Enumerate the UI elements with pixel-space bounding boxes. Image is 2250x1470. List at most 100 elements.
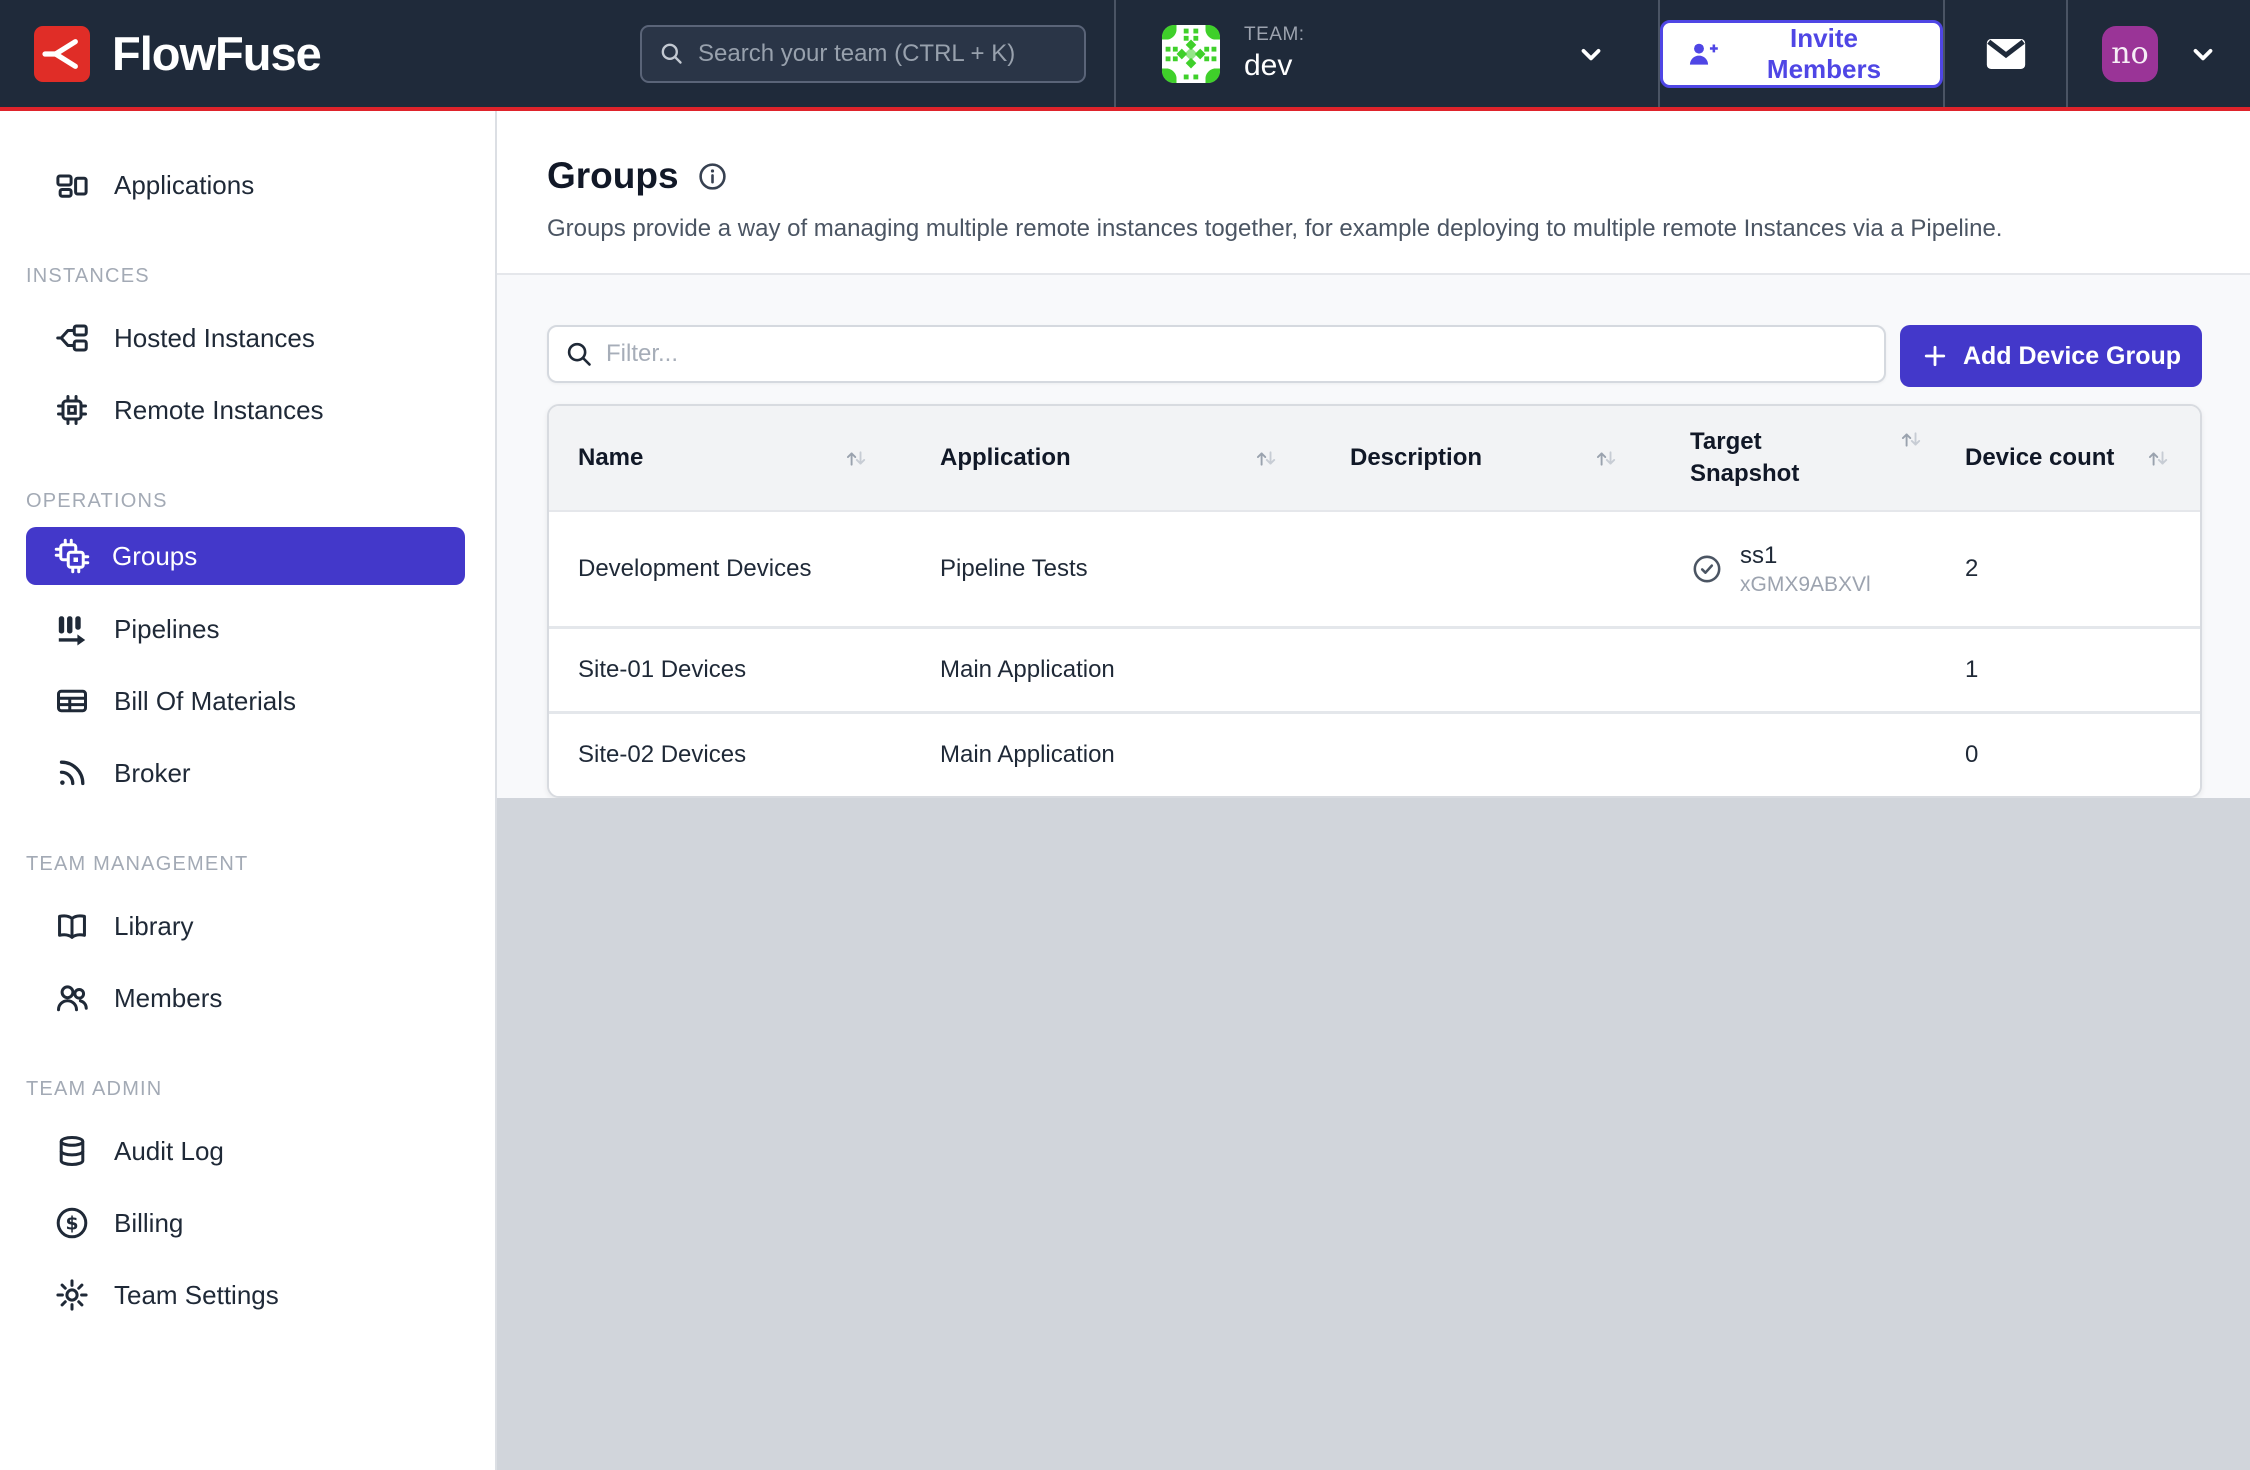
team-switcher[interactable]: TEAM: dev — [1116, 0, 1660, 107]
cell-name: Site-02 Devices — [578, 741, 940, 769]
user-plus-icon — [1687, 38, 1719, 70]
sidebar-item-label: Hosted Instances — [114, 323, 315, 354]
plus-icon — [1921, 342, 1949, 370]
page-header: Groups Groups provide a way of managing … — [497, 111, 2250, 275]
cell-target-snapshot: ss1 xGMX9ABXVl — [1690, 542, 1965, 597]
search-icon — [564, 339, 594, 369]
broker-icon — [54, 755, 90, 791]
brand: FlowFuse — [0, 0, 640, 107]
add-device-group-button[interactable]: Add Device Group — [1900, 325, 2202, 387]
column-header-target-snapshot[interactable]: Target Snapshot — [1690, 406, 1965, 510]
flowfuse-logo-icon[interactable] — [34, 26, 90, 82]
page-title: Groups — [547, 155, 679, 197]
sidebar-item-label: Remote Instances — [114, 395, 324, 426]
sort-icon[interactable] — [1251, 445, 1280, 472]
remote-instances-icon — [54, 392, 90, 428]
invite-members-button[interactable]: Invite Members — [1660, 20, 1943, 88]
app-root: FlowFuse — [0, 0, 2250, 1470]
sidebar-section-operations: OPERATIONS — [0, 490, 495, 513]
table-row[interactable]: Site-02 Devices Main Application 0 — [549, 711, 2200, 796]
sidebar-item-hosted-instances[interactable]: Hosted Instances — [0, 302, 495, 374]
cell-name: Development Devices — [578, 555, 940, 583]
sidebar-item-label: Pipelines — [114, 614, 220, 645]
top-navigation-bar: FlowFuse — [0, 0, 2250, 111]
sidebar-item-team-settings[interactable]: Team Settings — [0, 1259, 495, 1331]
invite-members-label: Invite Members — [1732, 23, 1916, 85]
groups-toolbar: Add Device Group — [547, 325, 2202, 387]
column-header-device-count[interactable]: Device count — [1965, 444, 2200, 472]
table-row[interactable]: Development Devices Pipeline Tests ss1 x… — [549, 512, 2200, 626]
sort-icon[interactable] — [1896, 426, 1925, 453]
cell-application: Pipeline Tests — [940, 555, 1350, 583]
sidebar-item-label: Members — [114, 983, 222, 1014]
cell-application: Main Application — [940, 741, 1350, 769]
snapshot-name: ss1 — [1740, 542, 1871, 570]
sidebar-item-label: Bill Of Materials — [114, 686, 296, 717]
main-content: Groups Groups provide a way of managing … — [497, 111, 2250, 1470]
filter-box — [547, 325, 1886, 383]
audit-log-icon — [54, 1133, 90, 1169]
header-search-zone — [640, 0, 1116, 107]
column-header-description[interactable]: Description — [1350, 444, 1690, 472]
sidebar-item-pipelines[interactable]: Pipelines — [0, 593, 495, 665]
team-search-input[interactable] — [698, 40, 1068, 68]
sidebar-item-billing[interactable]: $ Billing — [0, 1187, 495, 1259]
pipelines-icon — [54, 611, 90, 647]
team-label: TEAM: — [1244, 24, 1305, 46]
team-search-box — [640, 25, 1086, 83]
hosted-instances-icon — [54, 320, 90, 356]
cell-device-count: 2 — [1965, 555, 2200, 583]
members-icon — [54, 980, 90, 1016]
add-device-group-label: Add Device Group — [1963, 342, 2181, 371]
sidebar-item-applications[interactable]: Applications — [0, 149, 495, 221]
sidebar-item-label: Applications — [114, 170, 254, 201]
page-description: Groups provide a way of managing multipl… — [547, 215, 2200, 243]
sidebar-item-remote-instances[interactable]: Remote Instances — [0, 374, 495, 446]
invite-zone: Invite Members — [1660, 0, 1945, 107]
sidebar-item-bill-of-materials[interactable]: Bill Of Materials — [0, 665, 495, 737]
sidebar-item-label: Library — [114, 911, 193, 942]
mail-icon — [1983, 31, 2029, 77]
sidebar-item-broker[interactable]: Broker — [0, 737, 495, 809]
sidebar-item-members[interactable]: Members — [0, 962, 495, 1034]
cell-device-count: 1 — [1965, 656, 2200, 684]
billing-icon: $ — [54, 1205, 90, 1241]
sidebar-item-label: Audit Log — [114, 1136, 224, 1167]
team-name: dev — [1244, 49, 1305, 83]
notifications-button[interactable] — [1945, 0, 2068, 107]
chevron-down-icon[interactable] — [2188, 39, 2218, 69]
sort-icon[interactable] — [2143, 445, 2172, 472]
empty-background-area — [497, 798, 2250, 1470]
info-icon[interactable] — [697, 161, 728, 192]
cell-device-count: 0 — [1965, 741, 2200, 769]
user-avatar[interactable]: no — [2102, 26, 2158, 82]
filter-input[interactable] — [606, 340, 1869, 368]
user-menu: no — [2068, 0, 2250, 107]
column-header-name[interactable]: Name — [578, 444, 940, 472]
sort-icon[interactable] — [841, 445, 870, 472]
snapshot-id: xGMX9ABXVl — [1740, 573, 1871, 597]
chevron-down-icon[interactable] — [1576, 39, 1606, 69]
sidebar-section-team-admin: TEAM ADMIN — [0, 1078, 495, 1101]
search-icon — [658, 40, 685, 67]
sidebar-item-label: Billing — [114, 1208, 183, 1239]
sidebar-section-team-management: TEAM MANAGEMENT — [0, 853, 495, 876]
table-header-row: Name Application — [549, 406, 2200, 512]
device-groups-table: Name Application — [547, 404, 2202, 798]
sidebar-section-instances: INSTANCES — [0, 265, 495, 288]
applications-icon — [54, 167, 90, 203]
team-meta: TEAM: dev — [1244, 24, 1305, 83]
sidebar-item-label: Groups — [112, 541, 197, 572]
gear-icon — [54, 1277, 90, 1313]
brand-name: FlowFuse — [112, 26, 321, 81]
sidebar-item-audit-log[interactable]: Audit Log — [0, 1115, 495, 1187]
sidebar-item-label: Broker — [114, 758, 191, 789]
sidebar-item-groups[interactable]: Groups — [26, 527, 465, 585]
table-row[interactable]: Site-01 Devices Main Application 1 — [549, 626, 2200, 711]
sidebar-item-library[interactable]: Library — [0, 890, 495, 962]
column-header-application[interactable]: Application — [940, 444, 1350, 472]
sidebar: Applications INSTANCES Hosted Instances … — [0, 111, 497, 1470]
svg-text:$: $ — [65, 1214, 78, 1235]
sort-icon[interactable] — [1591, 445, 1620, 472]
cell-name: Site-01 Devices — [578, 656, 940, 684]
